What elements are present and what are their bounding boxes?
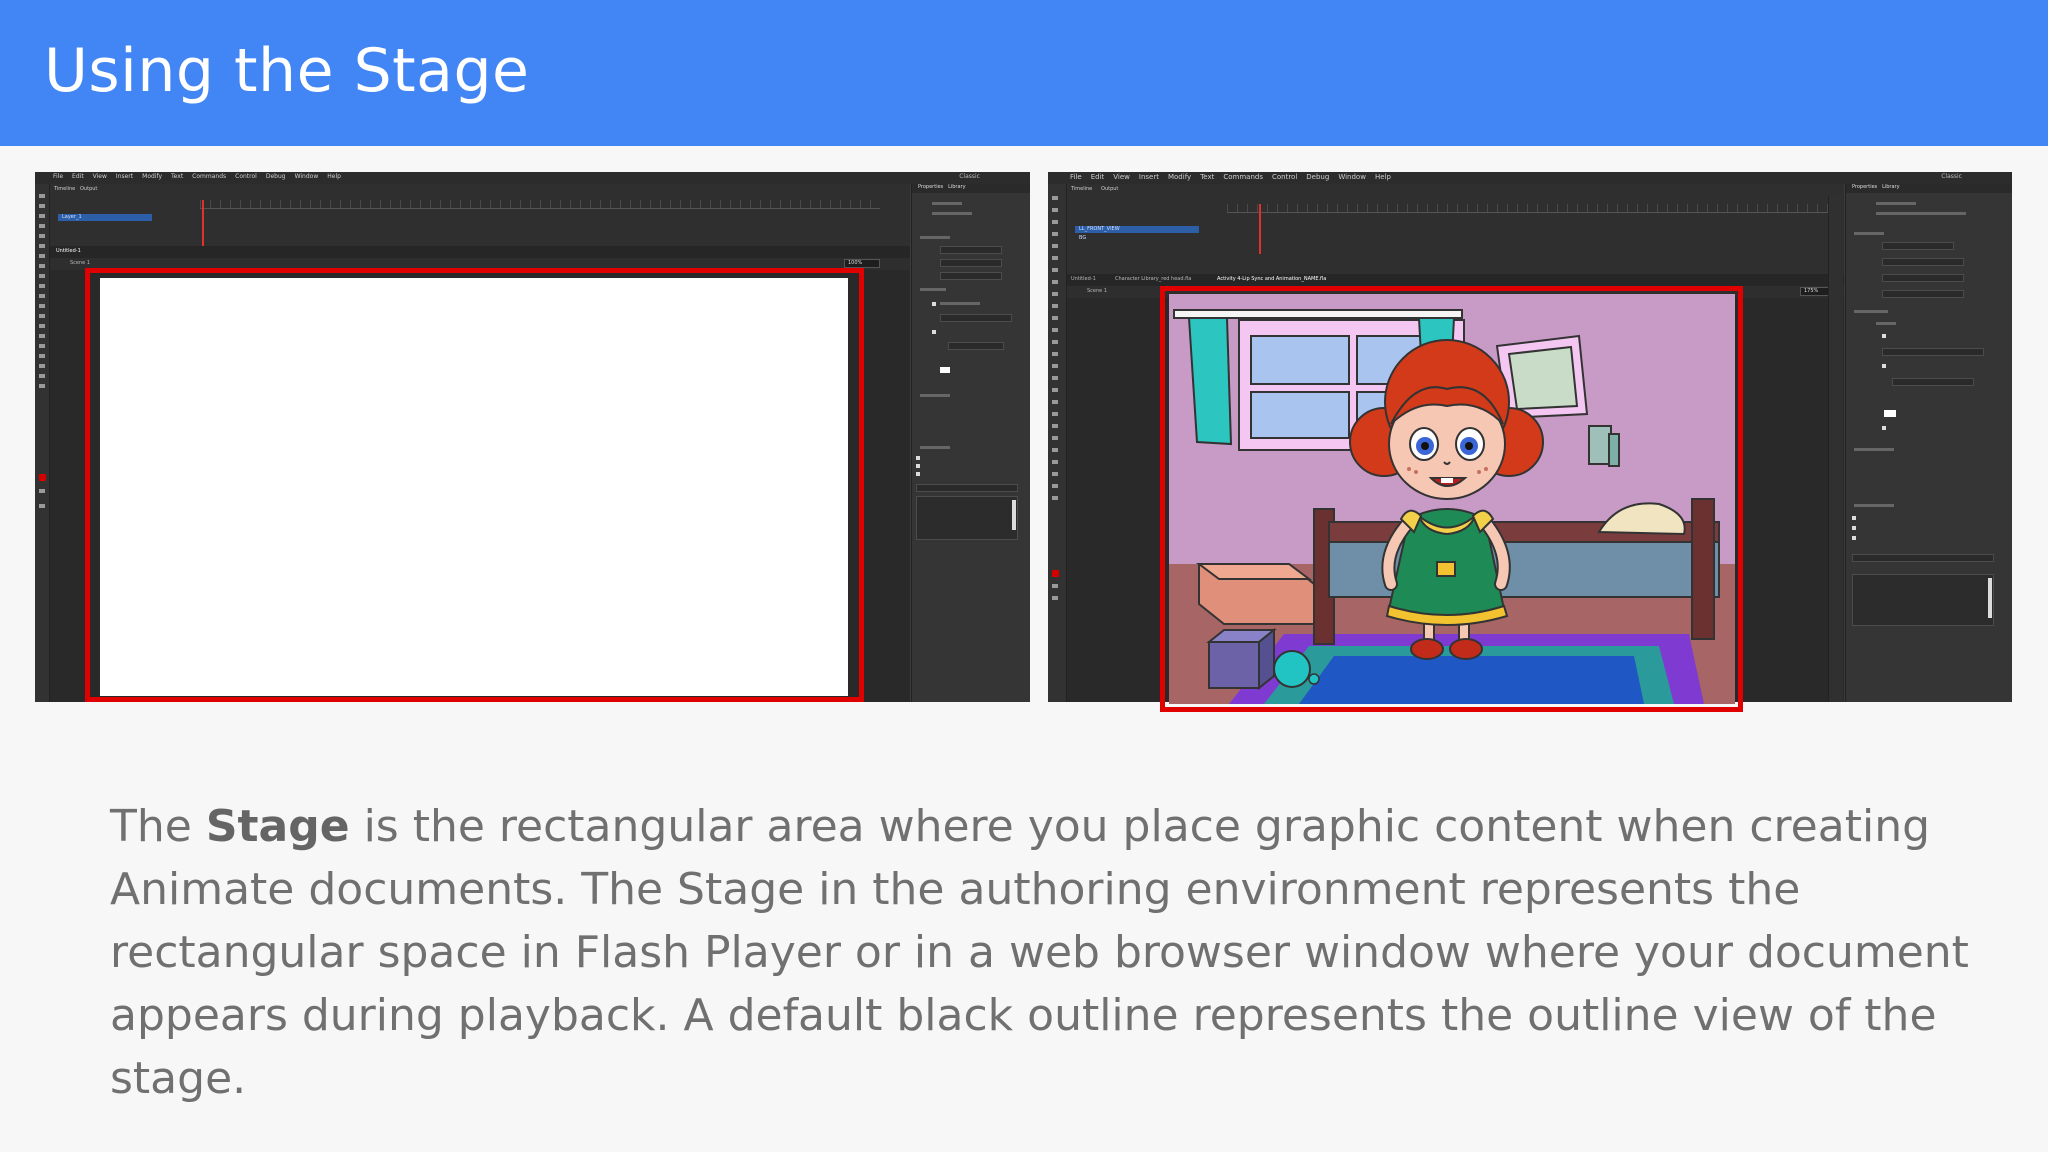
- menu-item-commands[interactable]: Commands: [1223, 173, 1263, 181]
- playhead: [1259, 204, 1261, 254]
- menu-item-edit[interactable]: Edit: [1091, 173, 1105, 181]
- menu-item-help[interactable]: Help: [1375, 173, 1391, 181]
- layer-row: Layer_1: [58, 214, 152, 221]
- panel-scrollbar[interactable]: [1012, 500, 1016, 530]
- menu-item-modify[interactable]: Modify: [142, 173, 162, 180]
- menu-item-insert[interactable]: Insert: [1139, 173, 1159, 181]
- workspace-label: Classic: [1941, 173, 1962, 180]
- panel-scrollbar[interactable]: [1988, 578, 1992, 618]
- stroke-color-swatch: [39, 474, 46, 481]
- frame-ruler: [1227, 204, 1834, 213]
- slide-header: Using the Stage: [0, 0, 2048, 146]
- stage-term: Stage: [205, 801, 350, 852]
- layer-row: BG: [1079, 235, 1087, 241]
- stage-description: The Stage is the rectangular area where …: [110, 801, 1969, 1104]
- document-tab: Untitled-1: [56, 248, 81, 254]
- tools-panel: [1048, 184, 1067, 702]
- animate-screenshot-empty-stage: File Edit View Insert Modify Text Commands Cont…: [35, 172, 1030, 702]
- workspace-label: Classic: [959, 173, 980, 180]
- document-tab[interactable]: Character Library_red head.fla: [1115, 276, 1191, 282]
- menu-item-debug[interactable]: Debug: [266, 173, 286, 180]
- stage-highlight-frame: [85, 268, 864, 702]
- timeline-panel: Timeline Output Layer_1: [50, 184, 910, 255]
- document-tab[interactable]: Untitled-1: [1071, 276, 1096, 282]
- properties-panel-tabs: Properties Library: [1846, 184, 2012, 193]
- properties-panel: Properties Library: [911, 184, 1030, 702]
- properties-panel: Properties Library: [1828, 184, 2012, 702]
- menu-items: File Edit View Insert Modify Text Commands Cont…: [53, 173, 350, 180]
- scene-label: Scene 1: [70, 260, 91, 266]
- menu-items: File Edit View Insert Modify Text Commands Cont…: [1070, 173, 1400, 181]
- timeline-tab: Timeline: [1071, 186, 1093, 192]
- menu-item-insert[interactable]: Insert: [116, 173, 133, 180]
- menu-item-text[interactable]: Text: [171, 173, 183, 180]
- output-tab: Output: [1101, 186, 1119, 192]
- menu-item-window[interactable]: Window: [1338, 173, 1366, 181]
- zoom-field: 100%: [844, 259, 880, 268]
- stage-highlight-frame: [1160, 286, 1743, 712]
- timeline-tab: Timeline: [54, 186, 76, 192]
- menu-item-debug[interactable]: Debug: [1306, 173, 1329, 181]
- animate-screenshot-artwork-stage: File Edit View Insert Modify Text Commands Cont…: [1048, 172, 2012, 712]
- menu-item-modify[interactable]: Modify: [1168, 173, 1191, 181]
- menu-item-view[interactable]: View: [1113, 173, 1130, 181]
- document-tab-active[interactable]: Activity 4-Lip Sync and Animation_NAME.f…: [1217, 276, 1326, 282]
- slide-title: Using the Stage: [44, 36, 530, 106]
- menu-item-help[interactable]: Help: [327, 173, 341, 180]
- timeline-panel: Timeline Output LL_FRONT_VIEW BG: [1067, 184, 1844, 275]
- menu-item-file[interactable]: File: [53, 173, 63, 180]
- frame-ruler: [200, 200, 880, 209]
- scene-label: Scene 1: [1087, 288, 1108, 294]
- menu-item-edit[interactable]: Edit: [72, 173, 84, 180]
- layer-row: LL_FRONT_VIEW: [1075, 226, 1199, 233]
- menu-item-text[interactable]: Text: [1200, 173, 1214, 181]
- playhead: [202, 200, 204, 250]
- menu-item-file[interactable]: File: [1070, 173, 1082, 181]
- menu-item-control[interactable]: Control: [235, 173, 257, 180]
- output-tab: Output: [80, 186, 98, 192]
- menu-bar: File Edit View Insert Modify Text Commands Cont…: [35, 172, 1030, 184]
- stroke-color-swatch: [1052, 570, 1059, 577]
- menu-item-view[interactable]: View: [93, 173, 107, 180]
- menu-item-control[interactable]: Control: [1272, 173, 1297, 181]
- tools-panel: [35, 184, 50, 702]
- menu-bar: File Edit View Insert Modify Text Commands Cont…: [1048, 172, 2012, 184]
- menu-item-commands[interactable]: Commands: [192, 173, 226, 180]
- menu-item-window[interactable]: Window: [295, 173, 319, 180]
- properties-panel-tabs: Properties Library: [912, 184, 1030, 193]
